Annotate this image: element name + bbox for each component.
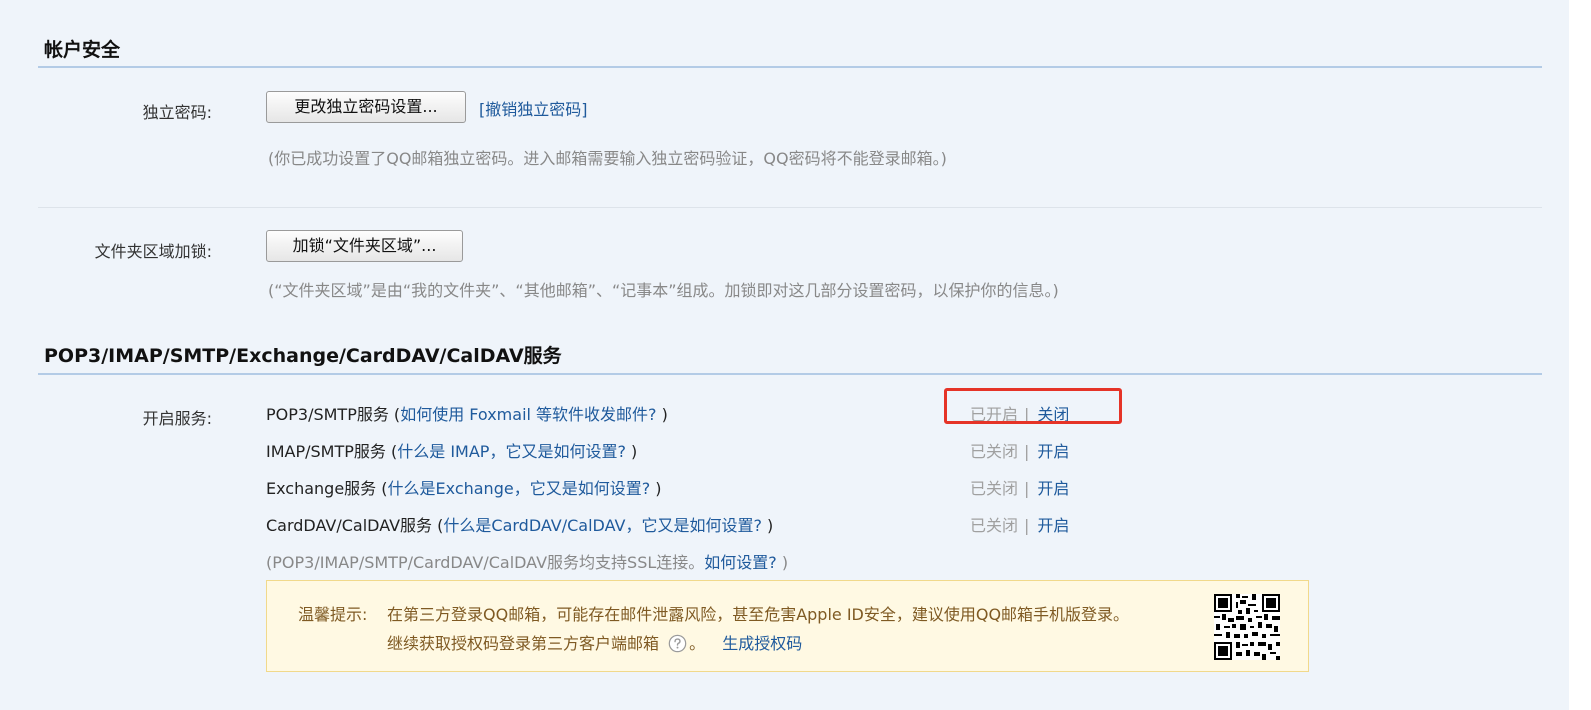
security-notice-box: 温馨提示: 在第三方登录QQ邮箱，可能存在邮件泄露风险，甚至危害Apple ID… xyxy=(266,580,1309,672)
generate-auth-code-link[interactable]: 生成授权码 xyxy=(722,634,802,653)
notice-prefix: 温馨提示: xyxy=(298,605,368,624)
service-status-carddav: 已关闭 | 开启 xyxy=(970,512,1069,536)
service-toggle-link[interactable]: 开启 xyxy=(1037,479,1069,498)
service-state: 已关闭 xyxy=(970,479,1019,498)
ssl-note: (POP3/IMAP/SMTP/CardDAV/CalDAV服务均支持SSL连接… xyxy=(266,549,788,573)
service-name: CardDAV/CalDAV服务 ( xyxy=(266,516,444,535)
service-paren-close: ) xyxy=(656,405,668,424)
service-help-link[interactable]: 什么是CardDAV/CalDAV，它又是如何设置? xyxy=(443,516,762,535)
ssl-note-text: (POP3/IMAP/SMTP/CardDAV/CalDAV服务均支持SSL连接… xyxy=(266,553,705,572)
independent-password-label: 独立密码: xyxy=(142,103,212,122)
revoke-bracket-close: ] xyxy=(581,100,588,119)
enable-services-label: 开启服务: xyxy=(142,409,212,428)
service-paren-close: ) xyxy=(761,516,774,535)
notice-period: 。 xyxy=(689,634,706,653)
services-title: POP3/IMAP/SMTP/Exchange/CardDAV/CalDAV服务 xyxy=(44,345,562,367)
section-divider xyxy=(38,207,1542,208)
notice-line-2-text: 继续获取授权码登录第三方客户端邮箱 xyxy=(387,634,660,653)
service-state: 已关闭 xyxy=(970,442,1019,461)
service-row-exchange: Exchange服务 (什么是Exchange，它又是如何设置? ) xyxy=(266,475,662,499)
revoke-independent-password-link[interactable]: 撤销独立密码 xyxy=(485,100,581,119)
service-name: Exchange服务 ( xyxy=(266,479,388,498)
service-help-link[interactable]: 如何使用 Foxmail 等软件收发邮件? xyxy=(400,405,656,424)
ssl-howto-link[interactable]: 如何设置? xyxy=(704,553,777,572)
title-divider xyxy=(38,373,1542,375)
lock-folder-area-button[interactable]: 加锁“文件夹区域”... xyxy=(266,230,463,262)
status-separator: | xyxy=(1024,479,1030,498)
change-independent-password-button[interactable]: 更改独立密码设置... xyxy=(266,91,466,123)
independent-password-hint: (你已成功设置了QQ邮箱独立密码。进入邮箱需要输入独立密码验证，QQ密码将不能登… xyxy=(268,149,947,168)
service-toggle-link[interactable]: 开启 xyxy=(1037,442,1069,461)
service-status-imap: 已关闭 | 开启 xyxy=(970,438,1069,462)
service-row-pop3: POP3/SMTP服务 (如何使用 Foxmail 等软件收发邮件? ) xyxy=(266,401,668,425)
ssl-note-suffix: ) xyxy=(776,553,789,572)
folder-lock-hint: (“文件夹区域”是由“我的文件夹”、“其他邮箱”、“记事本”组成。加锁即对这几部… xyxy=(268,281,1059,300)
service-status-exchange: 已关闭 | 开启 xyxy=(970,475,1069,499)
service-toggle-link[interactable]: 开启 xyxy=(1037,516,1069,535)
service-name: IMAP/SMTP服务 ( xyxy=(266,442,398,461)
qr-code-icon xyxy=(1214,594,1280,660)
highlight-annotation-box xyxy=(944,388,1122,424)
account-security-title: 帐户安全 xyxy=(44,39,121,61)
status-separator: | xyxy=(1024,516,1030,535)
service-paren-close: ) xyxy=(625,442,638,461)
folder-lock-label: 文件夹区域加锁: xyxy=(94,242,212,261)
question-circle-icon[interactable] xyxy=(668,634,687,653)
service-help-link[interactable]: 什么是 IMAP，它又是如何设置? xyxy=(397,442,626,461)
service-name: POP3/SMTP服务 ( xyxy=(266,405,401,424)
revoke-password-group: [撤销独立密码] xyxy=(479,96,588,120)
status-separator: | xyxy=(1024,442,1030,461)
service-paren-close: ) xyxy=(650,479,662,498)
service-help-link[interactable]: 什么是Exchange，它又是如何设置? xyxy=(388,479,651,498)
service-state: 已关闭 xyxy=(970,516,1019,535)
title-divider xyxy=(38,66,1542,68)
notice-line-2: 继续获取授权码登录第三方客户端邮箱 。 生成授权码 xyxy=(387,630,802,654)
notice-line-1: 在第三方登录QQ邮箱，可能存在邮件泄露风险，甚至危害Apple ID安全，建议使… xyxy=(387,605,1130,624)
service-row-imap: IMAP/SMTP服务 (什么是 IMAP，它又是如何设置? ) xyxy=(266,438,637,462)
settings-panel: 帐户安全 独立密码: 更改独立密码设置... [撤销独立密码] (你已成功设置了… xyxy=(0,0,1569,710)
service-row-carddav: CardDAV/CalDAV服务 (什么是CardDAV/CalDAV，它又是如… xyxy=(266,512,773,536)
